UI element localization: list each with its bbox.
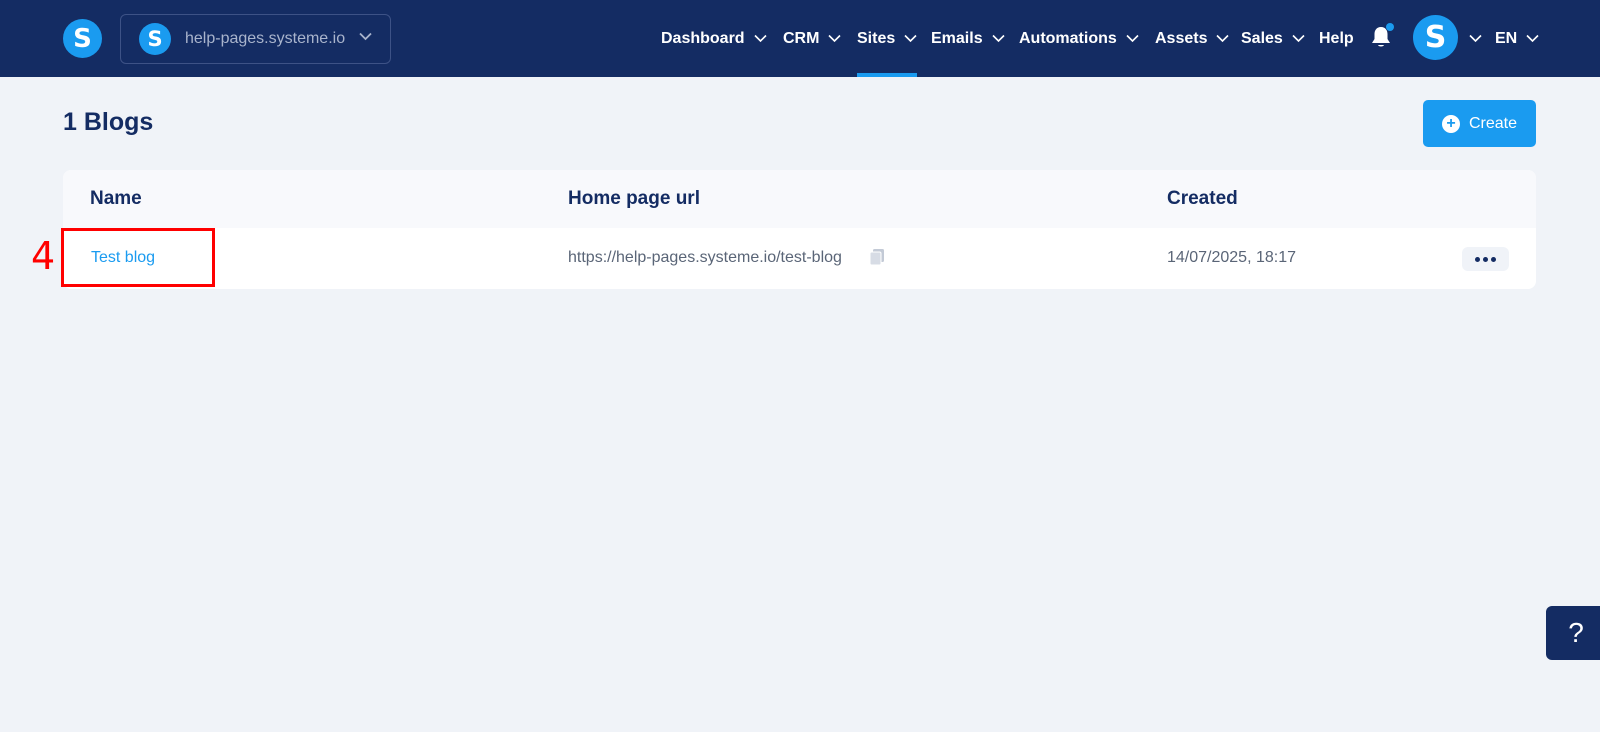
language-selector[interactable]: EN — [1495, 0, 1539, 77]
site-name: help-pages.systeme.io — [185, 30, 346, 47]
avatar-menu-toggle[interactable] — [1469, 0, 1482, 77]
nav-automations[interactable]: Automations — [1019, 0, 1139, 77]
more-actions-button[interactable] — [1462, 247, 1509, 271]
nav-help[interactable]: Help — [1319, 0, 1354, 77]
nav-crm-label: CRM — [783, 29, 820, 47]
notification-dot — [1386, 23, 1394, 31]
column-header-created: Created — [1167, 188, 1238, 209]
dot — [1475, 256, 1480, 262]
nav-assets[interactable]: Assets — [1155, 0, 1230, 77]
create-button-label: Create — [1468, 114, 1518, 132]
chevron-down-icon — [1216, 34, 1230, 43]
chevron-down-icon — [992, 34, 1005, 43]
chevron-down-icon — [1292, 34, 1305, 43]
top-navbar: S S help-pages.systeme.io Dashboard CRM … — [0, 0, 1600, 77]
copy-icon[interactable] — [869, 248, 885, 266]
blog-created-date: 14/07/2025, 18:17 — [1167, 249, 1297, 266]
dot — [1491, 256, 1496, 262]
chevron-down-icon — [754, 34, 767, 43]
nav-dashboard[interactable]: Dashboard — [661, 0, 767, 77]
nav-sales[interactable]: Sales — [1241, 0, 1305, 77]
nav-help-label: Help — [1319, 29, 1354, 47]
chevron-down-icon — [904, 34, 917, 43]
nav-dashboard-label: Dashboard — [661, 29, 745, 47]
nav-sites-label: Sites — [857, 29, 896, 47]
nav-automations-label: Automations — [1019, 29, 1117, 47]
plus-icon: + — [1441, 114, 1460, 133]
nav-crm[interactable]: CRM — [783, 0, 842, 77]
site-logo-icon: S — [139, 23, 171, 55]
table-header: Name Home page url Created — [63, 170, 1536, 228]
column-header-url: Home page url — [568, 188, 700, 209]
avatar[interactable]: S — [1413, 15, 1458, 60]
nav-sites[interactable]: Sites — [857, 0, 918, 77]
chevron-down-icon — [828, 34, 842, 43]
chevron-down-icon — [1469, 34, 1482, 43]
chevron-down-icon — [1126, 34, 1139, 43]
nav-emails[interactable]: Emails — [931, 0, 1005, 77]
chevron-down-icon — [1526, 34, 1539, 43]
annotation-highlight-box — [61, 228, 215, 287]
blog-url: https://help-pages.systeme.io/test-blog — [568, 249, 842, 266]
nav-assets-label: Assets — [1155, 29, 1208, 47]
create-button[interactable]: + Create — [1423, 100, 1536, 147]
systeme-logo[interactable]: S — [63, 19, 102, 58]
blogs-table: Name Home page url Created Test blog htt… — [63, 170, 1536, 289]
nav-sales-label: Sales — [1241, 29, 1283, 47]
nav-emails-label: Emails — [931, 29, 983, 47]
page-title: 1 Blogs — [63, 108, 154, 136]
chevron-down-icon — [359, 32, 372, 41]
dot — [1483, 256, 1488, 262]
site-switcher[interactable]: S help-pages.systeme.io — [120, 14, 391, 64]
column-header-name: Name — [90, 188, 142, 209]
language-label: EN — [1495, 29, 1518, 47]
annotation-step-number: 4 — [31, 234, 56, 278]
help-widget-button[interactable]: ? — [1546, 606, 1600, 660]
